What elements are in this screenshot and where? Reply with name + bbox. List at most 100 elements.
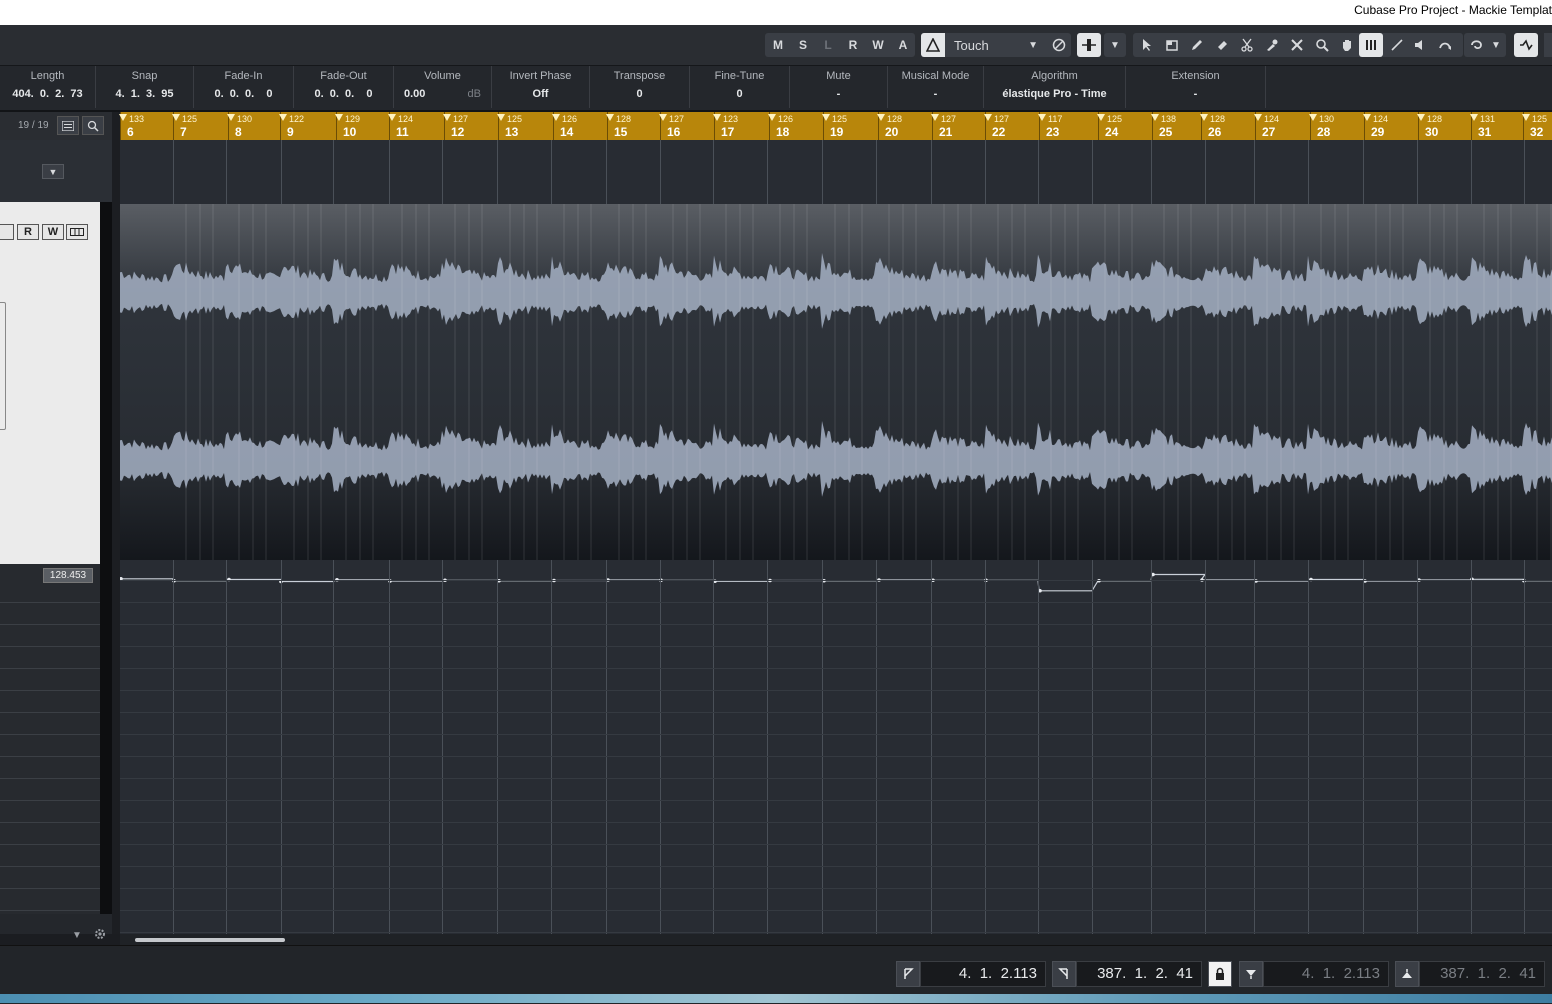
listen-button[interactable]: L [818, 33, 838, 57]
mute-tool-icon[interactable] [1286, 33, 1308, 57]
tempo-flag-icon[interactable] [606, 114, 614, 121]
list-icon[interactable] [57, 116, 79, 135]
read-automation-button[interactable]: R [17, 224, 39, 240]
tempo-flag-icon[interactable] [1038, 114, 1046, 121]
tempo-flag-icon[interactable] [1522, 114, 1530, 121]
info-mute[interactable]: Mute - [790, 66, 888, 108]
tempo-flag-icon[interactable] [227, 114, 235, 121]
tempo-marker: 126 [562, 114, 578, 124]
horizontal-scrollbar[interactable] [120, 934, 1552, 945]
punch-out-icon[interactable] [1395, 961, 1419, 987]
automation-mode-select[interactable]: Touch ▼ [948, 33, 1044, 57]
info-transpose[interactable]: Transpose 0 [590, 66, 690, 108]
tempo-flag-icon[interactable] [119, 114, 127, 121]
divider[interactable] [112, 112, 120, 934]
punch-in-icon[interactable] [1239, 961, 1263, 987]
read-button[interactable]: R [843, 33, 863, 57]
tempo-flag-icon[interactable] [497, 114, 505, 121]
tempo-flag-icon[interactable] [713, 114, 721, 121]
left-locator-field[interactable]: 4. 1. 2.113 [920, 961, 1046, 987]
bar-number: 15 [614, 125, 628, 139]
toolbar-overflow[interactable] [1544, 33, 1552, 57]
bar-number: 17 [721, 125, 735, 139]
tempo-scale-line [0, 690, 100, 691]
pencil-tool-icon[interactable] [1186, 33, 1208, 57]
tempo-flag-icon[interactable] [877, 114, 885, 121]
info-invert-phase[interactable]: Invert Phase Off [492, 66, 590, 108]
solo-button[interactable]: S [793, 33, 813, 57]
glue-tool-icon[interactable] [1261, 33, 1283, 57]
write-button[interactable]: W [868, 33, 888, 57]
tempo-flag-icon[interactable] [1363, 114, 1371, 121]
info-musical-mode[interactable]: Musical Mode - [888, 66, 984, 108]
info-fade-out[interactable]: Fade-Out 0. 0. 0. 0 [294, 66, 394, 108]
write-automation-button[interactable]: W [42, 224, 64, 240]
audio-event[interactable] [120, 204, 1552, 560]
tempo-flag-icon[interactable] [279, 114, 287, 121]
tempo-flag-icon[interactable] [1309, 114, 1317, 121]
mute-button[interactable]: M [768, 33, 788, 57]
grid-row [120, 734, 1552, 735]
info-fine-tune[interactable]: Fine-Tune 0 [690, 66, 790, 108]
tempo-flag-icon[interactable] [822, 114, 830, 121]
info-algorithm[interactable]: Algorithm élastique Pro - Time [984, 66, 1126, 108]
tempo-flag-icon[interactable] [1417, 114, 1425, 121]
pointer-tool-icon[interactable] [1136, 33, 1158, 57]
lane-icon[interactable] [66, 224, 88, 240]
left-locator-icon[interactable] [896, 961, 920, 987]
tempo-flag-icon[interactable] [1151, 114, 1159, 121]
marker-track-header[interactable]: ▼ [0, 140, 112, 203]
info-snap[interactable]: Snap 4. 1. 3. 95 [96, 66, 194, 108]
tempo-flag-icon[interactable] [335, 114, 343, 121]
chevron-down-icon[interactable]: ▼ [1104, 33, 1126, 57]
tempo-flag-icon[interactable] [1200, 114, 1208, 121]
right-locator-icon[interactable] [1052, 961, 1076, 987]
range-tool-icon[interactable] [1161, 33, 1183, 57]
zoom-tool-icon[interactable] [1311, 33, 1333, 57]
lock-icon[interactable] [1208, 961, 1232, 987]
auto-scroll-icon[interactable] [1077, 33, 1101, 57]
info-volume[interactable]: Volume 0.00 dB [394, 66, 492, 108]
automation-mode-icon[interactable] [921, 33, 945, 57]
snap-mode-icon[interactable]: ▼ [1464, 33, 1506, 57]
punch-out-field[interactable]: 387. 1. 2. 41 [1419, 961, 1545, 987]
suspend-icon[interactable] [1048, 33, 1070, 57]
info-extension[interactable]: Extension - [1126, 66, 1266, 108]
tempo-flag-icon[interactable] [172, 114, 180, 121]
tempo-flag-icon[interactable] [388, 114, 396, 121]
search-icon[interactable] [82, 116, 104, 135]
tempo-flag-icon[interactable] [443, 114, 451, 121]
color-tool-icon[interactable] [1434, 33, 1456, 57]
tempo-flag-icon[interactable] [984, 114, 992, 121]
chevron-down-icon[interactable]: ▼ [72, 930, 82, 941]
hand-tool-icon[interactable] [1336, 33, 1358, 57]
chevron-down-icon[interactable]: ▼ [42, 164, 64, 179]
info-length[interactable]: Length 404. 0. 2. 73 [0, 66, 96, 108]
tempo-flag-icon[interactable] [659, 114, 667, 121]
info-fade-in[interactable]: Fade-In 0. 0. 0. 0 [194, 66, 294, 108]
automation-button[interactable]: A [893, 33, 913, 57]
speaker-tool-icon[interactable] [1409, 33, 1431, 57]
tempo-flag-icon[interactable] [552, 114, 560, 121]
tempo-line[interactable] [120, 573, 1552, 592]
gear-icon[interactable] [93, 927, 107, 941]
tempo-flag-icon[interactable] [1470, 114, 1478, 121]
tempo-track-header[interactable]: 128.453 [0, 564, 112, 914]
right-locator-field[interactable]: 387. 1. 2. 41 [1076, 961, 1202, 987]
snap-toggle-icon[interactable] [1514, 33, 1538, 57]
ruler[interactable]: 133 6 125 7 130 8 122 9 129 10 124 11 127 12 125 13 126 1… [119, 112, 1552, 140]
tempo-flag-icon[interactable] [768, 114, 776, 121]
tempo-flag-icon[interactable] [1097, 114, 1105, 121]
grid-row [120, 712, 1552, 713]
scissors-tool-icon[interactable] [1236, 33, 1258, 57]
tempo-flag-icon[interactable] [931, 114, 939, 121]
tempo-flag-icon[interactable] [1254, 114, 1262, 121]
monitor-button[interactable] [0, 224, 14, 240]
audio-track-header[interactable]: R W [0, 202, 100, 564]
line-tool-icon[interactable] [1386, 33, 1408, 57]
timewarp-tool-icon[interactable] [1359, 33, 1383, 57]
scrollbar-thumb[interactable] [135, 938, 285, 942]
punch-in-field[interactable]: 4. 1. 2.113 [1263, 961, 1389, 987]
tempo-curve[interactable] [120, 572, 1552, 602]
eraser-tool-icon[interactable] [1211, 33, 1233, 57]
